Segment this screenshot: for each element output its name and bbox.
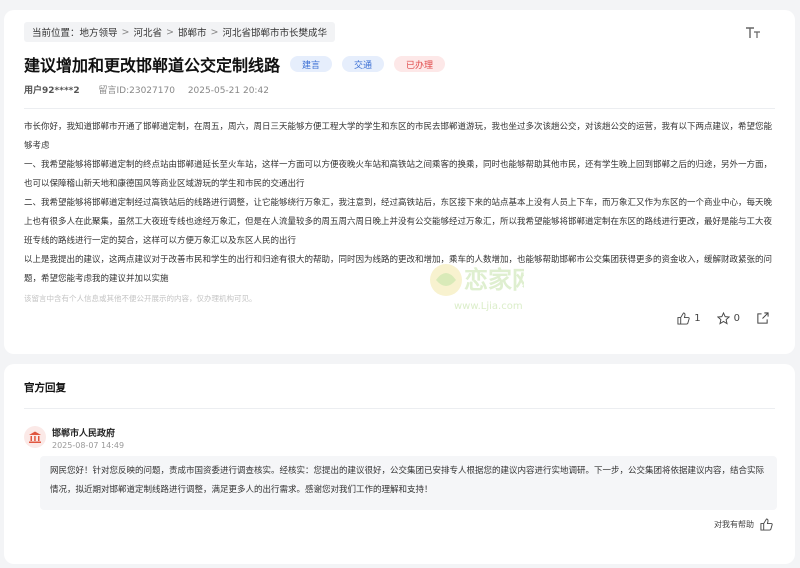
like-button[interactable]: 1 (677, 312, 701, 325)
official-reply-card: 官方回复 邯郸市人民政府 2025-08-07 14:49 网民您好！针对您反映… (4, 364, 795, 564)
post-author: 用户92****2 (24, 86, 80, 96)
post-meta: 用户92****2 留言ID:23027170 2025-05-21 20:42 (24, 83, 269, 96)
message-paragraph: 一、我希望能够将邯郸道定制的终点站由邯郸道延长至火车站，这样一方面可以方便夜晚火… (24, 160, 773, 189)
breadcrumb-prefix: 当前位置： (32, 28, 80, 39)
avatar (24, 426, 46, 448)
thumbs-up-icon (677, 312, 690, 325)
breadcrumb-separator: > (210, 26, 219, 38)
section-title: 官方回复 (24, 382, 66, 394)
title-row: 建议增加和更改邯郸道公交定制线路 建言 交通 已办理 (24, 52, 446, 76)
government-building-icon (29, 431, 41, 443)
divider (24, 108, 775, 109)
status-badge: 已办理 (394, 56, 446, 72)
reply-content: 网民您好！针对您反映的问题，责成市国资委进行调查核实。经核实：您提出的建议很好，… (40, 456, 777, 510)
reply-org-name: 邯郸市人民政府 (52, 429, 116, 439)
helpful-label: 对我有帮助 (714, 520, 754, 529)
share-icon (757, 312, 769, 324)
breadcrumb-link-city[interactable]: 邯郸市 (178, 25, 207, 39)
page-title: 建议增加和更改邯郸道公交定制线路 (24, 56, 281, 75)
message-body: 市长你好，我知道邯郸市开通了邯郸道定制，在周五，周六，周日三天能够方便工程大学的… (24, 118, 775, 308)
favorite-button[interactable]: 0 (716, 312, 740, 325)
breadcrumb-link-region[interactable]: 地方领导 (80, 25, 118, 39)
message-paragraph: 市长你好，我知道邯郸市开通了邯郸道定制，在周五，周六，周日三天能够方便工程大学的… (24, 122, 773, 151)
favorite-count: 0 (733, 313, 740, 324)
post-actions: 1 0 (661, 312, 773, 325)
breadcrumb: 当前位置： 地方领导 > 河北省 > 邯郸市 > 河北省邯郸市市长樊成华 (24, 22, 335, 42)
message-card: 当前位置： 地方领导 > 河北省 > 邯郸市 > 河北省邯郸市市长樊成华 建议增… (4, 10, 795, 354)
breadcrumb-link-leader[interactable]: 河北省邯郸市市长樊成华 (222, 25, 327, 39)
message-id: 留言ID:23027170 (98, 86, 175, 96)
post-date: 2025-05-21 20:42 (187, 86, 269, 96)
tag-badge-traffic: 交通 (342, 56, 385, 72)
font-size-icon[interactable] (745, 26, 761, 40)
breadcrumb-link-province[interactable]: 河北省 (134, 25, 163, 39)
star-icon (716, 312, 730, 325)
privacy-notice: 该留言中含有个人信息或其他不便公开展示的内容，仅办理机构可见。 (24, 294, 257, 303)
reply-time: 2025-08-07 14:49 (52, 441, 125, 450)
share-button[interactable] (756, 312, 773, 325)
breadcrumb-separator: > (121, 26, 130, 38)
thumbs-up-icon (760, 518, 773, 531)
tag-badge-suggestion: 建言 (290, 56, 333, 72)
divider (24, 408, 775, 409)
helpful-button[interactable]: 对我有帮助 (714, 518, 773, 531)
message-paragraph: 以上是我提出的建议，这两点建议对于改善市民和学生的出行和归途有很大的帮助，同时因… (24, 255, 773, 284)
message-paragraph: 二、我希望能够将邯郸道定制经过高铁站后的线路进行调整，让它能够绕行万象汇，我注意… (24, 198, 773, 246)
like-count: 1 (694, 313, 701, 324)
breadcrumb-separator: > (166, 26, 174, 38)
